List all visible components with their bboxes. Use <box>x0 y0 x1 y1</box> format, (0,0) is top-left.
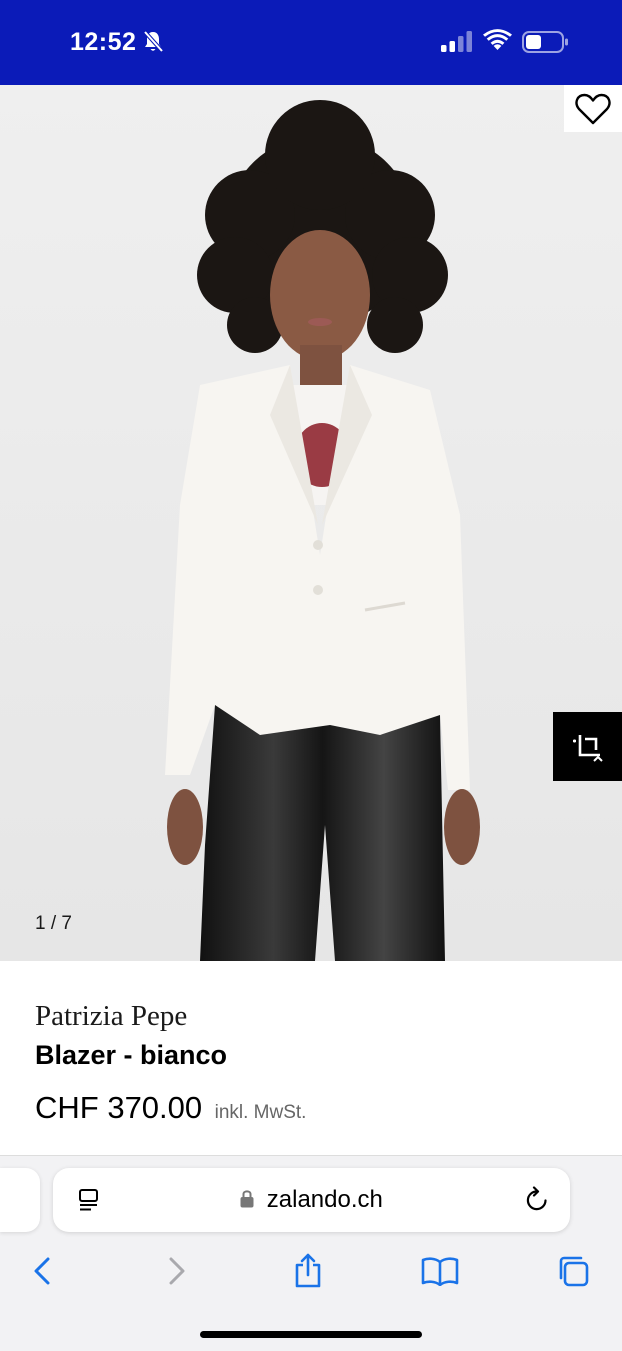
previous-tab-peek[interactable] <box>0 1168 40 1232</box>
forward-button[interactable] <box>157 1251 197 1291</box>
image-counter: 1 / 7 <box>35 913 72 934</box>
wishlist-button[interactable] <box>564 85 622 132</box>
price-row: CHF 370.00 inkl. MwSt. <box>35 1090 306 1126</box>
product-photo <box>0 85 622 961</box>
back-icon <box>34 1257 50 1285</box>
reload-icon[interactable] <box>524 1186 550 1214</box>
share-button[interactable] <box>288 1251 328 1291</box>
crop-icon <box>572 734 603 762</box>
address-bar[interactable]: zalando.ch <box>53 1168 570 1232</box>
url-text: zalando.ch <box>266 1186 383 1213</box>
bookmarks-icon <box>421 1257 459 1286</box>
battery-icon <box>522 31 568 53</box>
status-bar: 12:52 <box>0 0 622 85</box>
tabs-icon <box>559 1256 589 1287</box>
vat-note: inkl. MwSt. <box>214 1102 307 1123</box>
back-button[interactable] <box>22 1251 62 1291</box>
product-image[interactable]: 1 / 7 <box>0 85 622 961</box>
browser-chrome: zalando.ch <box>0 1155 622 1351</box>
bookmarks-button[interactable] <box>420 1251 460 1291</box>
share-icon <box>295 1253 321 1288</box>
crop-button[interactable] <box>553 712 622 781</box>
wifi-icon <box>483 29 512 50</box>
url-group[interactable]: zalando.ch <box>53 1186 570 1214</box>
price: CHF 370.00 <box>35 1090 203 1125</box>
bell-slash-icon <box>143 30 164 53</box>
cellular-signal-icon <box>441 31 472 52</box>
home-indicator <box>200 1331 422 1338</box>
forward-icon <box>169 1257 185 1285</box>
browser-toolbar <box>0 1251 622 1291</box>
status-time: 12:52 <box>70 28 137 56</box>
brand-name[interactable]: Patrizia Pepe <box>35 1000 187 1033</box>
heart-icon <box>575 93 611 124</box>
lock-icon <box>240 1190 254 1208</box>
tabs-button[interactable] <box>553 1251 593 1291</box>
product-name: Blazer - bianco <box>35 1040 228 1070</box>
